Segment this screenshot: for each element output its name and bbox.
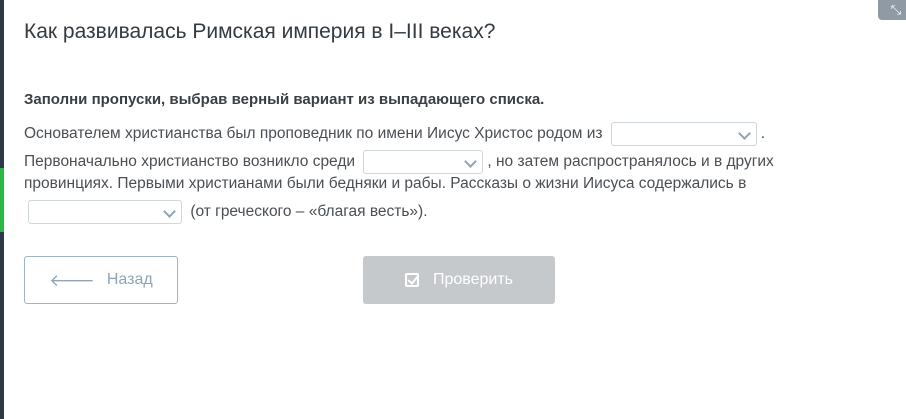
text-line-2: Первоначально христианство возникло сред… <box>24 150 884 174</box>
instruction-text: Заполни пропуски, выбрав верный вариант … <box>24 91 545 108</box>
line-2-end: , но затем распространялось и в других <box>487 153 774 171</box>
expand-button[interactable]: ⤡ <box>878 0 906 20</box>
text-line-1: Основателем христианства был проповедник… <box>24 122 884 146</box>
dropdown-source[interactable] <box>28 200 182 224</box>
line-3-text: провинциях. Первыми христианами были бед… <box>24 175 747 192</box>
back-button[interactable]: 🡐 Назад <box>24 256 178 304</box>
line-2-text: Первоначально христианство возникло сред… <box>24 153 356 171</box>
progress-accent <box>0 168 4 232</box>
chevron-down-icon <box>464 155 478 168</box>
check-button-label: Проверить <box>432 271 513 288</box>
dropdown-origin[interactable] <box>610 122 757 146</box>
arrow-left-icon: 🡐 <box>49 270 95 290</box>
check-icon <box>404 273 419 287</box>
expand-icon: ⤡ <box>890 2 902 17</box>
text-line-4: (от греческого – «благая весть»). <box>24 200 884 224</box>
chevron-down-icon <box>163 205 176 218</box>
text-line-3: провинциях. Первыми христианами были бед… <box>24 175 884 193</box>
check-button[interactable]: Проверить <box>363 256 555 304</box>
dropdown-origin-group[interactable] <box>363 150 484 174</box>
back-button-label: Назад <box>106 271 153 288</box>
line-1-text: Основателем христианства был проповедник… <box>24 125 603 143</box>
chevron-down-icon <box>737 127 751 140</box>
line-1-end: . <box>760 125 766 143</box>
page-title: Как развивалась Римская империя в I–III … <box>24 20 496 43</box>
line-4-end: (от греческого – «благая весть»). <box>190 203 428 221</box>
